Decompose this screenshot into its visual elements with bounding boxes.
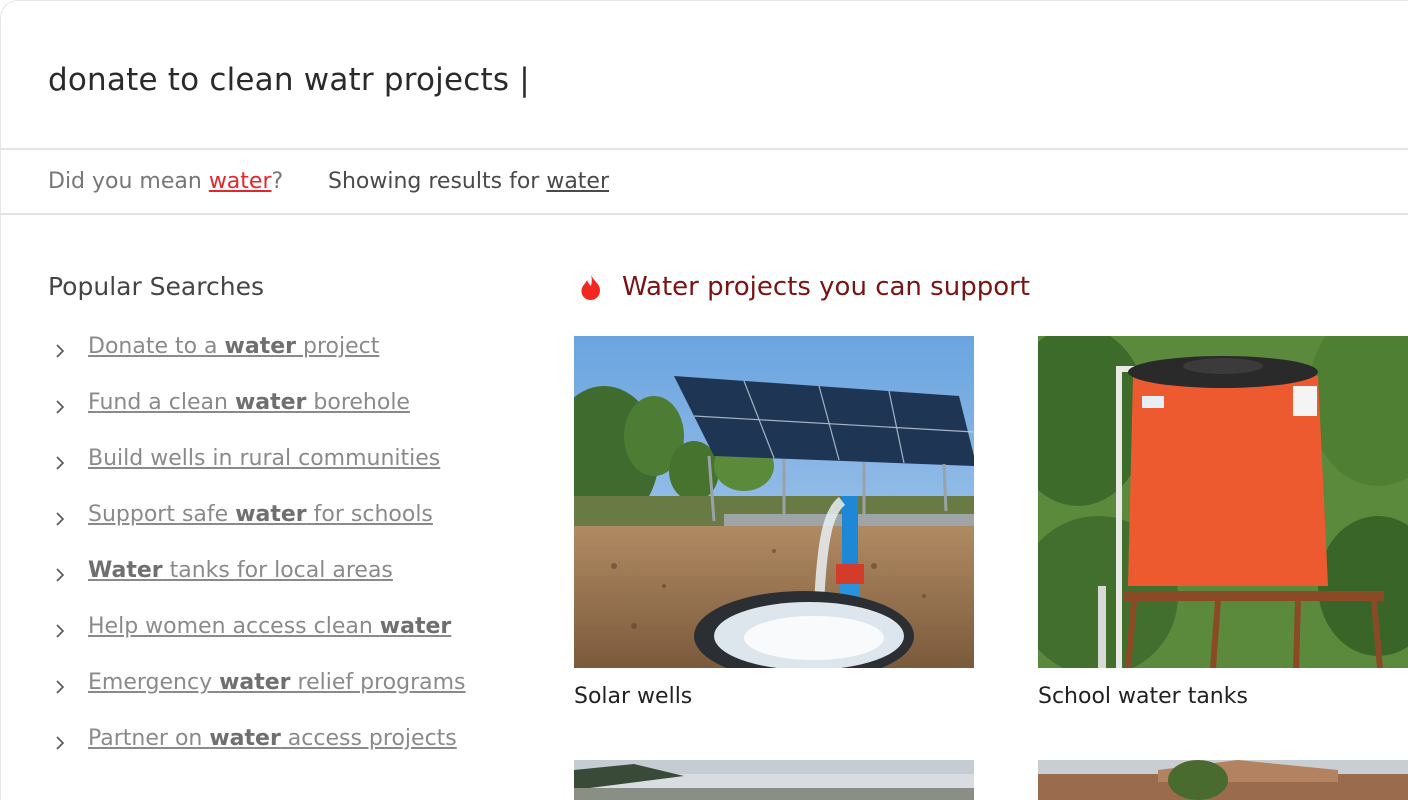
chevron-right-icon [48,507,72,531]
popular-search-item[interactable]: Donate to a water project [48,334,466,390]
popular-search-link[interactable]: Build wells in rural communities [88,446,440,471]
showing-term-link[interactable]: water [546,169,609,194]
popular-search-link[interactable]: Help women access clean water [88,614,451,639]
chevron-right-icon [48,563,72,587]
chevron-right-icon [48,451,72,475]
suggested-term-link[interactable]: water [209,169,272,194]
project-card-solar-wells[interactable]: Solar wells [574,336,974,709]
popular-search-item[interactable]: Fund a clean water borehole [48,390,466,446]
popular-search-link[interactable]: Water tanks for local areas [88,558,393,583]
search-bar[interactable]: donate to clean watr projects | [0,0,1408,150]
popular-searches-heading: Popular Searches [48,272,264,301]
popular-search-link[interactable]: Partner on water access projects [88,726,457,751]
did-you-mean: Did you mean water? [48,169,284,194]
popular-search-item[interactable]: Emergency water relief programs [48,670,466,726]
chevron-right-icon [48,339,72,363]
popular-search-item[interactable]: Build wells in rural communities [48,446,466,502]
popular-search-item[interactable]: Partner on water access projects [48,726,466,782]
popular-search-link[interactable]: Donate to a water project [88,334,379,359]
popular-search-item[interactable]: Support safe water for schools [48,502,466,558]
project-card-caption[interactable]: School water tanks [1038,684,1408,709]
projects-heading: Water projects you can support [576,272,1030,302]
showing-results-for: Showing results for water [328,169,610,194]
school-water-tanks-photo [1038,336,1408,668]
flame-icon [576,272,606,302]
project-card-school-water-tanks[interactable]: School water tanks [1038,336,1408,709]
chevron-right-icon [48,731,72,755]
chevron-right-icon [48,395,72,419]
spelling-suggestion-bar: Did you mean water? Showing results for … [0,150,1408,215]
popular-search-link[interactable]: Emergency water relief programs [88,670,466,695]
chevron-right-icon [48,619,72,643]
chevron-right-icon [48,675,72,699]
popular-search-link[interactable]: Fund a clean water borehole [88,390,410,415]
solar-wells-photo [574,336,974,668]
popular-search-item[interactable]: Water tanks for local areas [48,558,466,614]
project-card-partial-photo[interactable] [1038,760,1408,800]
popular-search-link[interactable]: Support safe water for schools [88,502,433,527]
popular-search-item[interactable]: Help women access clean water [48,614,466,670]
project-card-caption[interactable]: Solar wells [574,684,974,709]
projects-title: Water projects you can support [622,272,1031,302]
popular-searches-list: Donate to a water project Fund a clean w… [48,334,466,782]
search-input[interactable]: donate to clean watr projects | [48,62,530,98]
project-card-partial-photo[interactable] [574,760,974,800]
